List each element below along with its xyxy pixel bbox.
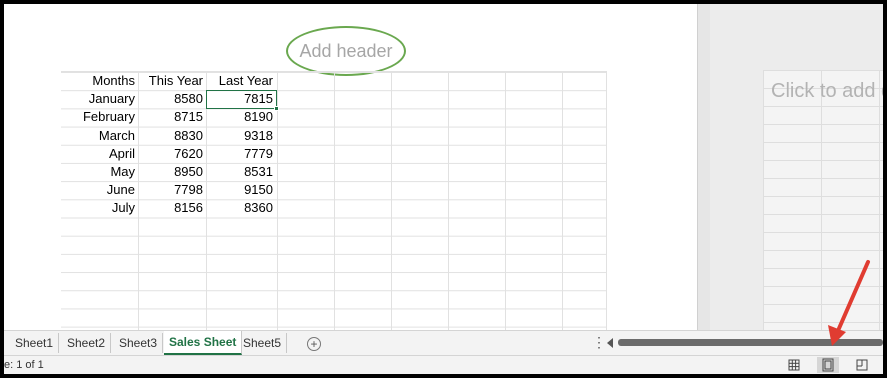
this-year-cell[interactable]: 8950 — [138, 163, 206, 181]
last-year-cell[interactable]: 9318 — [206, 127, 276, 145]
this-year-cell[interactable]: 8156 — [138, 199, 206, 217]
this-year-cell[interactable]: 8715 — [138, 108, 206, 126]
header-cell-last-year[interactable]: Last Year — [206, 72, 276, 90]
tab-sales-sheet[interactable]: Sales Sheet — [164, 331, 243, 355]
this-year-cell[interactable]: 7798 — [138, 181, 206, 199]
last-year-cell[interactable]: 8190 — [206, 108, 276, 126]
month-cell[interactable]: January — [61, 90, 138, 108]
page-layout-page: Add header Months This Year Last Year Ja… — [4, 4, 697, 331]
status-bar: e: 1 of 1 — [4, 355, 883, 374]
click-to-add-data-placeholder[interactable]: Click to add da — [771, 80, 883, 103]
last-year-cell[interactable]: 8531 — [206, 163, 276, 181]
next-page-grid[interactable] — [763, 70, 883, 330]
tab-sheet3[interactable]: Sheet3 — [114, 333, 164, 353]
grid-col-line — [562, 72, 563, 331]
normal-view-icon — [788, 359, 800, 371]
month-cell[interactable]: April — [61, 145, 138, 163]
table-row: March 8830 9318 — [61, 127, 276, 145]
add-header-placeholder[interactable]: Add header — [286, 26, 406, 76]
header-cell-months[interactable]: Months — [61, 72, 138, 90]
table-row: May 8950 8531 — [61, 163, 276, 181]
scroll-left-arrow-icon[interactable] — [607, 338, 613, 348]
excel-window: Add header Months This Year Last Year Ja… — [4, 4, 883, 374]
tab-sheet5[interactable]: Sheet5 — [238, 333, 288, 353]
active-cell-selection[interactable] — [206, 90, 277, 109]
page-indicator: e: 1 of 1 — [4, 359, 44, 371]
normal-view-button[interactable] — [783, 357, 805, 373]
this-year-cell[interactable]: 8580 — [138, 90, 206, 108]
grid-col-line — [448, 72, 449, 331]
grid-col-line — [505, 72, 506, 331]
worksheet-grid[interactable]: Months This Year Last Year January 8580 … — [61, 71, 607, 331]
horizontal-scrollbar-thumb[interactable] — [618, 339, 883, 346]
last-year-cell[interactable]: 9150 — [206, 181, 276, 199]
month-cell[interactable]: June — [61, 181, 138, 199]
page-layout-icon — [822, 358, 834, 372]
month-cell[interactable]: February — [61, 108, 138, 126]
grid-col-line — [391, 72, 392, 331]
table-row: February 8715 8190 — [61, 108, 276, 126]
table-header-row: Months This Year Last Year — [61, 72, 276, 90]
more-options-icon[interactable]: ⋮ — [592, 335, 606, 349]
this-year-cell[interactable]: 8830 — [138, 127, 206, 145]
page-break-preview-button[interactable] — [851, 357, 873, 373]
table-row: July 8156 8360 — [61, 199, 276, 217]
page-break-icon — [856, 359, 868, 371]
table-row: April 7620 7779 — [61, 145, 276, 163]
last-year-cell[interactable]: 7779 — [206, 145, 276, 163]
page-layout-view-button[interactable] — [817, 357, 839, 373]
month-cell[interactable]: July — [61, 199, 138, 217]
table-row: June 7798 9150 — [61, 181, 276, 199]
header-cell-this-year[interactable]: This Year — [138, 72, 206, 90]
sheet-tab-bar: Sheet1 Sheet2 Sheet3 Sales Sheet Sheet5 … — [4, 330, 883, 356]
last-year-cell[interactable]: 8360 — [206, 199, 276, 217]
page-separator — [697, 4, 711, 330]
fill-handle[interactable] — [274, 106, 279, 111]
month-cell[interactable]: March — [61, 127, 138, 145]
tab-sheet2[interactable]: Sheet2 — [62, 333, 112, 353]
this-year-cell[interactable]: 7620 — [138, 145, 206, 163]
next-page: Click to add da — [710, 4, 883, 330]
tab-sheet1[interactable]: Sheet1 — [10, 333, 60, 353]
month-cell[interactable]: May — [61, 163, 138, 181]
grid-col-line — [606, 72, 607, 331]
new-sheet-plus-icon[interactable]: + — [307, 337, 321, 351]
grid-col-line — [334, 72, 335, 331]
